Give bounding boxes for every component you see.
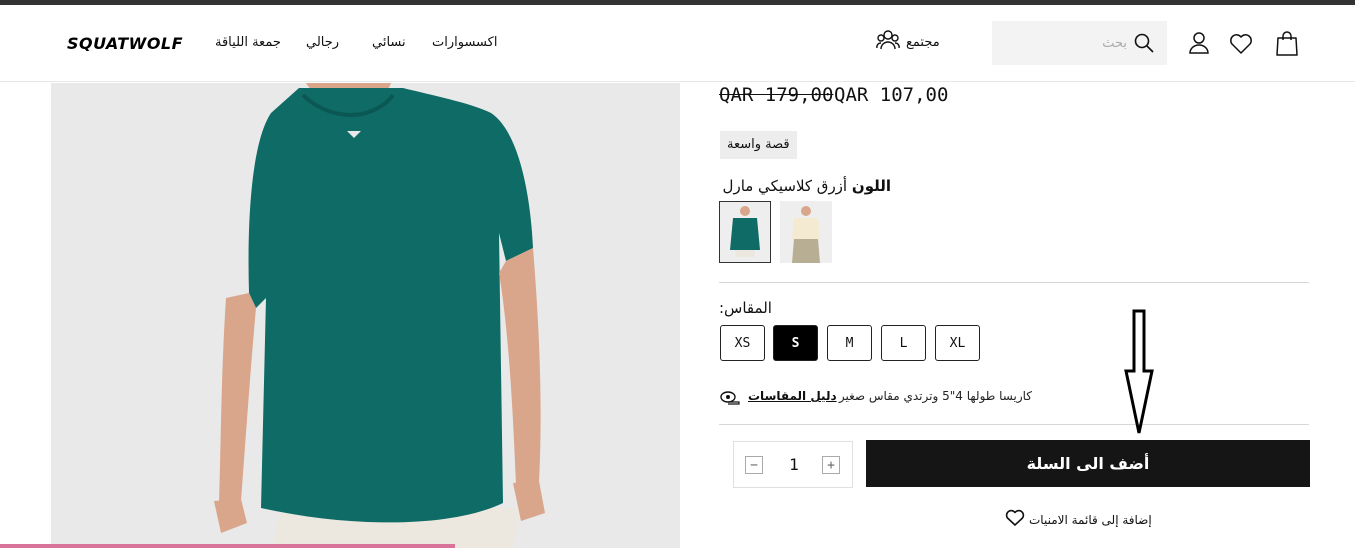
- section-divider: [719, 282, 1309, 283]
- size-label: المقاس:: [719, 299, 772, 317]
- size-option-s[interactable]: S: [773, 325, 818, 361]
- community-link[interactable]: مجتمع: [876, 29, 940, 55]
- community-icon: [876, 29, 900, 55]
- price-sale: QAR 107,00: [834, 84, 949, 106]
- quantity-stepper: − 1 +: [733, 441, 853, 488]
- site-header: SQUATWOLF جمعة اللياقة رجالي نسائي اكسسو…: [0, 5, 1355, 82]
- quantity-increase-button[interactable]: +: [822, 456, 840, 474]
- community-label: مجتمع: [906, 34, 940, 50]
- model-size-note: كاريسا طولها 4"5 وترتدي مقاس صغير: [838, 389, 1032, 403]
- color-swatch-teal[interactable]: [719, 201, 771, 263]
- price-original: QAR 179,00: [719, 84, 834, 106]
- size-guide-link[interactable]: دليل المقاسات: [748, 389, 837, 403]
- heart-icon: [1005, 509, 1025, 530]
- size-option-xl[interactable]: XL: [935, 325, 980, 361]
- size-option-xs[interactable]: XS: [720, 325, 765, 361]
- bag-icon[interactable]: [1276, 30, 1298, 60]
- color-label: اللون أزرق كلاسيكي مارل: [723, 177, 891, 195]
- size-option-l[interactable]: L: [881, 325, 926, 361]
- search-icon[interactable]: [1134, 33, 1154, 57]
- quantity-decrease-button[interactable]: −: [745, 456, 763, 474]
- color-swatch-cream[interactable]: [780, 201, 832, 263]
- annotation-arrow-icon: [1121, 309, 1157, 441]
- heart-icon[interactable]: [1229, 33, 1253, 59]
- brand-logo[interactable]: SQUATWOLF: [67, 34, 183, 53]
- wishlist-label: إضافة إلى قائمة الامنيات: [1029, 512, 1152, 527]
- product-main-image[interactable]: [51, 83, 680, 548]
- color-value: أزرق كلاسيكي مارل: [722, 177, 848, 195]
- add-to-cart-button[interactable]: أضف الى السلة: [866, 440, 1310, 487]
- search-input[interactable]: [1002, 21, 1127, 65]
- color-title: اللون: [851, 177, 891, 195]
- nav-item-women[interactable]: نسائي: [372, 35, 406, 50]
- nav-item-men[interactable]: رجالي: [306, 35, 339, 50]
- measuring-tape-icon: [720, 390, 740, 409]
- size-option-m[interactable]: M: [827, 325, 872, 361]
- quantity-value[interactable]: 1: [782, 455, 806, 474]
- nav-item-accessories[interactable]: اكسسوارات: [432, 35, 497, 50]
- nav-item-fitness-friday[interactable]: جمعة اللياقة: [215, 35, 281, 50]
- search-bar: [992, 21, 1167, 65]
- fit-badge: قصة واسعة: [720, 131, 797, 159]
- section-divider: [719, 424, 1309, 425]
- add-to-wishlist-link[interactable]: إضافة إلى قائمة الامنيات: [1005, 509, 1152, 530]
- user-icon[interactable]: [1188, 31, 1210, 59]
- image-progress-bar: [0, 544, 455, 548]
